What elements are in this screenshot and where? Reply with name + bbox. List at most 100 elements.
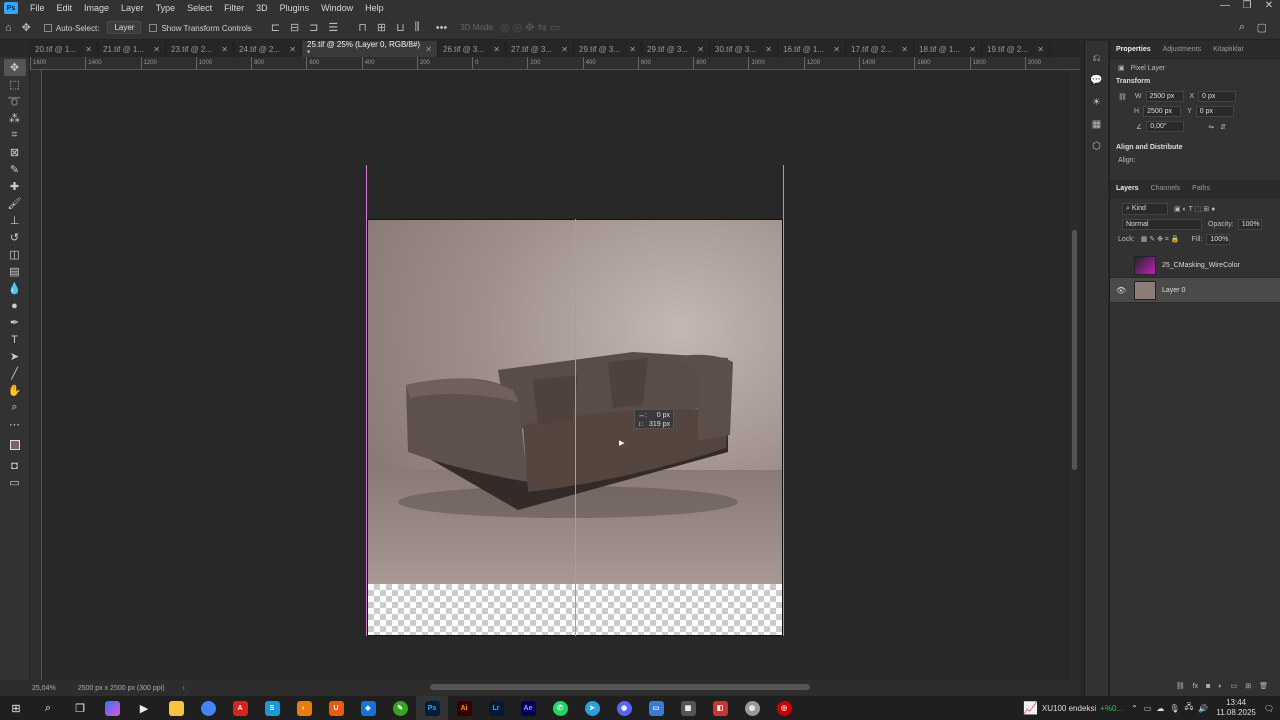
- tab-layers[interactable]: Layers: [1110, 185, 1145, 192]
- lock-icons[interactable]: ▦ ✎ ✥ ⌗ 🔒: [1141, 235, 1180, 244]
- zoom-level[interactable]: 25,04%: [32, 685, 56, 692]
- layer-name[interactable]: Layer 0: [1162, 287, 1185, 294]
- doc-tab[interactable]: 23.tif @ 2... ✕: [166, 41, 234, 57]
- distribute-v-icon[interactable]: ⫼: [410, 21, 425, 34]
- marquee-tool-icon[interactable]: ⬚: [4, 76, 26, 93]
- align-left-icon[interactable]: ⊏: [266, 21, 285, 34]
- menu-help[interactable]: Help: [359, 3, 390, 13]
- layer-row-selected[interactable]: 👁 Layer 0: [1110, 278, 1280, 303]
- notification-icon[interactable]: 🗨: [1264, 704, 1274, 713]
- menu-file[interactable]: File: [24, 3, 51, 13]
- task-view-icon[interactable]: ❐: [64, 696, 96, 720]
- app-icon[interactable]: ◎: [768, 696, 800, 720]
- close-tab-icon[interactable]: ✕: [765, 45, 772, 54]
- tab-channels[interactable]: Channels: [1145, 185, 1187, 192]
- doc-tab[interactable]: 29.tif @ 3... ✕: [642, 41, 710, 57]
- pen-tool-icon[interactable]: ✒: [4, 314, 26, 331]
- doc-tab[interactable]: 18.tif @ 1... ✕: [914, 41, 982, 57]
- volume-icon[interactable]: 🔊: [1198, 704, 1208, 713]
- stamp-tool-icon[interactable]: ⊥: [4, 212, 26, 229]
- width-field[interactable]: 2500 px: [1145, 91, 1184, 102]
- stock-label[interactable]: XU100 endeksi: [1042, 704, 1096, 713]
- x-field[interactable]: 0 px: [1198, 91, 1237, 102]
- status-arrow-icon[interactable]: ›: [183, 685, 185, 692]
- distribute-icon[interactable]: ☰: [323, 21, 343, 34]
- type-tool-icon[interactable]: T: [4, 331, 26, 348]
- tab-paths[interactable]: Paths: [1186, 185, 1216, 192]
- microphone-icon[interactable]: 🎙: [1169, 704, 1179, 713]
- align-center-icon[interactable]: ⊟: [285, 21, 304, 34]
- doc-tab[interactable]: 26.tif @ 3... ✕: [438, 41, 506, 57]
- menu-select[interactable]: Select: [181, 3, 218, 13]
- guide-center[interactable]: [575, 219, 576, 636]
- menu-plugins[interactable]: Plugins: [274, 3, 316, 13]
- calculator-icon[interactable]: ▦: [672, 696, 704, 720]
- transform-title[interactable]: Transform: [1110, 74, 1280, 89]
- align-top-icon[interactable]: ⊓: [353, 21, 372, 34]
- home-icon[interactable]: ⌂: [0, 22, 17, 34]
- link-icon[interactable]: ⛓: [1118, 93, 1127, 101]
- fx-icon[interactable]: fx: [1193, 683, 1198, 690]
- copilot-icon[interactable]: [96, 696, 128, 720]
- acrobat-icon[interactable]: A: [224, 696, 256, 720]
- close-tab-icon[interactable]: ✕: [561, 45, 568, 54]
- chrome-icon[interactable]: [192, 696, 224, 720]
- close-tab-icon[interactable]: ✕: [629, 45, 636, 54]
- after-effects-icon[interactable]: Ae: [512, 696, 544, 720]
- crop-tool-icon[interactable]: ⌗: [4, 127, 26, 144]
- app-icon[interactable]: U: [320, 696, 352, 720]
- align-bottom-icon[interactable]: ⊔: [391, 21, 410, 34]
- path-select-tool-icon[interactable]: ➤: [4, 348, 26, 365]
- fill-field[interactable]: 100%: [1206, 234, 1231, 245]
- app-icon[interactable]: ◈: [352, 696, 384, 720]
- menu-window[interactable]: Window: [315, 3, 359, 13]
- 3d-icon[interactable]: ⬡: [1092, 141, 1101, 163]
- doc-tab[interactable]: 19.tif @ 2... ✕: [982, 41, 1050, 57]
- workspace-icon[interactable]: ▢: [1252, 21, 1272, 34]
- photoshop-taskbar-icon[interactable]: Ps: [416, 696, 448, 720]
- opacity-field[interactable]: 100%: [1237, 219, 1262, 230]
- hand-tool-icon[interactable]: ✋: [4, 382, 26, 399]
- doc-tab[interactable]: 24.tif @ 2... ✕: [234, 41, 302, 57]
- discord-icon[interactable]: ◉: [608, 696, 640, 720]
- telegram-icon[interactable]: ➤: [576, 696, 608, 720]
- filter-icons[interactable]: ▣ ◐ T ⬚ ⊞ ●: [1174, 205, 1215, 213]
- gradient-tool-icon[interactable]: ▤: [4, 263, 26, 280]
- more-options-icon[interactable]: •••: [431, 22, 453, 34]
- history-brush-icon[interactable]: ↺: [4, 229, 26, 246]
- close-tab-icon[interactable]: ✕: [289, 45, 296, 54]
- menu-3d[interactable]: 3D: [250, 3, 274, 13]
- display-icon[interactable]: ▭: [1144, 704, 1152, 713]
- media-player-icon[interactable]: ▶: [128, 696, 160, 720]
- tray-arrow-icon[interactable]: ⌃: [1131, 704, 1138, 713]
- menu-edit[interactable]: Edit: [51, 3, 79, 13]
- restore-icon[interactable]: ❐: [1236, 0, 1258, 11]
- file-explorer-icon[interactable]: [160, 696, 192, 720]
- quick-mask-icon[interactable]: ◘: [4, 457, 26, 474]
- menu-image[interactable]: Image: [78, 3, 115, 13]
- more-tools-icon[interactable]: ⋯: [4, 416, 26, 433]
- comments-icon[interactable]: 💬: [1090, 75, 1102, 97]
- brush-tool-icon[interactable]: 🖌: [4, 195, 26, 212]
- close-tab-icon[interactable]: ✕: [153, 45, 160, 54]
- adjustments-icon[interactable]: ☀: [1092, 97, 1101, 119]
- align-title[interactable]: Align and Distribute: [1110, 140, 1280, 155]
- search-icon[interactable]: ⌕: [32, 696, 64, 720]
- menu-filter[interactable]: Filter: [218, 3, 250, 13]
- app-icon[interactable]: ◧: [704, 696, 736, 720]
- flip-v-icon[interactable]: ⇵: [1220, 123, 1226, 131]
- tab-libraries[interactable]: Kitaplıklar: [1207, 46, 1250, 53]
- eraser-tool-icon[interactable]: ◫: [4, 246, 26, 263]
- close-tab-icon[interactable]: ✕: [85, 45, 92, 54]
- filter-kind-dropdown[interactable]: ⌕ Kind: [1122, 203, 1168, 215]
- app-icon[interactable]: ◍: [736, 696, 768, 720]
- frame-tool-icon[interactable]: ⊠: [4, 144, 26, 161]
- doc-tab[interactable]: 30.tif @ 3... ✕: [710, 41, 778, 57]
- tab-properties[interactable]: Properties: [1110, 46, 1157, 53]
- doc-tab[interactable]: 29.tif @ 3... ✕: [574, 41, 642, 57]
- app-icon[interactable]: S: [256, 696, 288, 720]
- layer-name[interactable]: 25_CMasking_WireColor: [1162, 262, 1240, 269]
- align-middle-icon[interactable]: ⊞: [372, 21, 391, 34]
- screen-mode-icon[interactable]: ▭: [4, 474, 26, 491]
- close-tab-icon[interactable]: ✕: [425, 45, 432, 54]
